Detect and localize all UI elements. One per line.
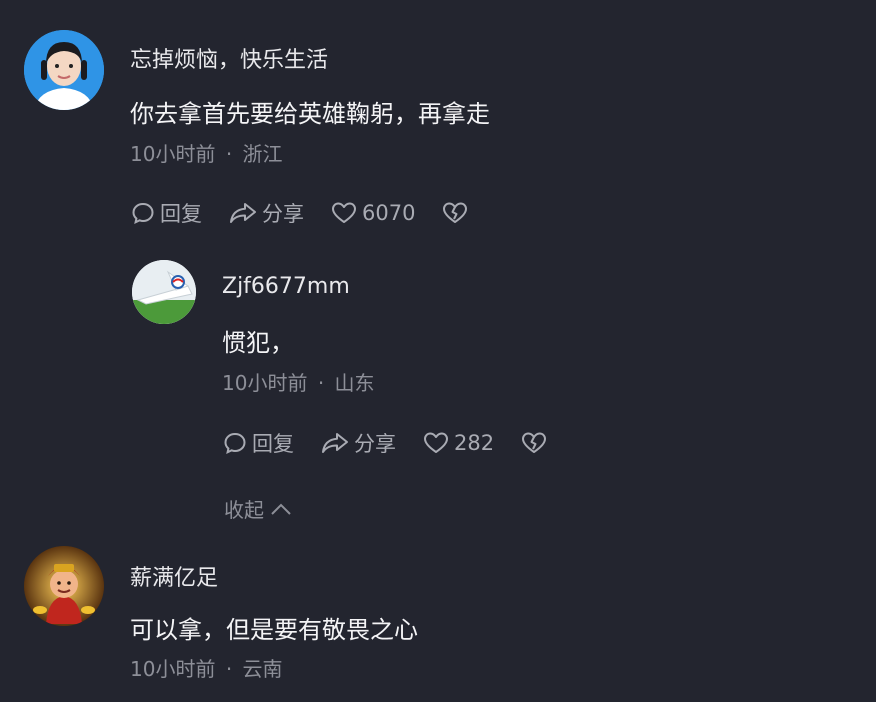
avatar[interactable] xyxy=(24,30,104,110)
fortune-god-icon xyxy=(24,546,104,626)
share-arrow-icon xyxy=(230,203,256,223)
like-count: 282 xyxy=(454,431,495,455)
share-button[interactable]: 分享 xyxy=(320,428,396,458)
username[interactable]: 薪满亿足 xyxy=(130,560,218,592)
airplane-tail-icon xyxy=(132,260,196,324)
comment-text: 可以拿，但是要有敬畏之心 xyxy=(130,616,418,644)
reply-button[interactable]: 回复 xyxy=(222,428,294,458)
comment-text: 惯犯， xyxy=(222,329,294,357)
broken-heart-icon xyxy=(522,432,547,453)
meta-separator: · xyxy=(317,371,325,395)
heart-icon xyxy=(332,202,356,223)
reply-bubble-icon xyxy=(224,432,246,454)
username[interactable]: 忘掉烦恼，快乐生活 xyxy=(130,42,328,74)
comment-meta: 10小时前 · 山东 xyxy=(222,367,375,396)
like-button[interactable]: 282 xyxy=(422,430,494,456)
heart-icon xyxy=(424,432,448,453)
collapse-replies-button[interactable]: 收起 xyxy=(224,494,292,523)
comment-location: 云南 xyxy=(242,657,283,681)
comment-item: 薪满亿足 可以拿，但是要有敬畏之心 10小时前 · 云南 xyxy=(0,540,876,702)
collapse-label: 收起 xyxy=(224,498,264,522)
avatar[interactable] xyxy=(132,260,196,324)
username[interactable]: Zjf6677mm xyxy=(222,274,350,299)
reply-bubble-icon xyxy=(132,202,154,224)
comment-actions: 回复 分享 6070 xyxy=(130,198,495,228)
share-label: 分享 xyxy=(354,432,396,456)
reply-button[interactable]: 回复 xyxy=(130,198,202,228)
comment-location: 山东 xyxy=(334,371,375,395)
comment-time: 10小时前 xyxy=(222,371,308,395)
like-count: 6070 xyxy=(362,201,416,225)
dislike-button[interactable] xyxy=(441,200,469,226)
comment-actions: 回复 分享 282 xyxy=(222,428,574,458)
avatar[interactable] xyxy=(24,546,104,626)
meta-separator: · xyxy=(225,657,233,681)
comment-item: 忘掉烦恼，快乐生活 你去拿首先要给英雄鞠躬，再拿走 10小时前 · 浙江 回复 … xyxy=(0,0,876,240)
chevron-up-icon xyxy=(271,503,291,515)
meta-separator: · xyxy=(225,142,233,166)
comment-meta: 10小时前 · 云南 xyxy=(130,653,283,682)
dislike-button[interactable] xyxy=(520,430,548,456)
comment-time: 10小时前 xyxy=(130,142,216,166)
comment-meta: 10小时前 · 浙江 xyxy=(130,138,283,167)
broken-heart-icon xyxy=(443,202,468,223)
reply-label: 回复 xyxy=(252,432,294,456)
child-portrait-icon xyxy=(24,30,104,110)
reply-comment-item: Zjf6677mm 惯犯， 10小时前 · 山东 回复 分享 282 收起 xyxy=(0,250,876,530)
share-arrow-icon xyxy=(322,433,348,453)
share-button[interactable]: 分享 xyxy=(228,198,304,228)
comment-location: 浙江 xyxy=(242,142,283,166)
comment-time: 10小时前 xyxy=(130,657,216,681)
share-label: 分享 xyxy=(262,202,304,226)
comment-text: 你去拿首先要给英雄鞠躬，再拿走 xyxy=(130,100,490,128)
like-button[interactable]: 6070 xyxy=(330,200,415,226)
reply-label: 回复 xyxy=(160,202,202,226)
